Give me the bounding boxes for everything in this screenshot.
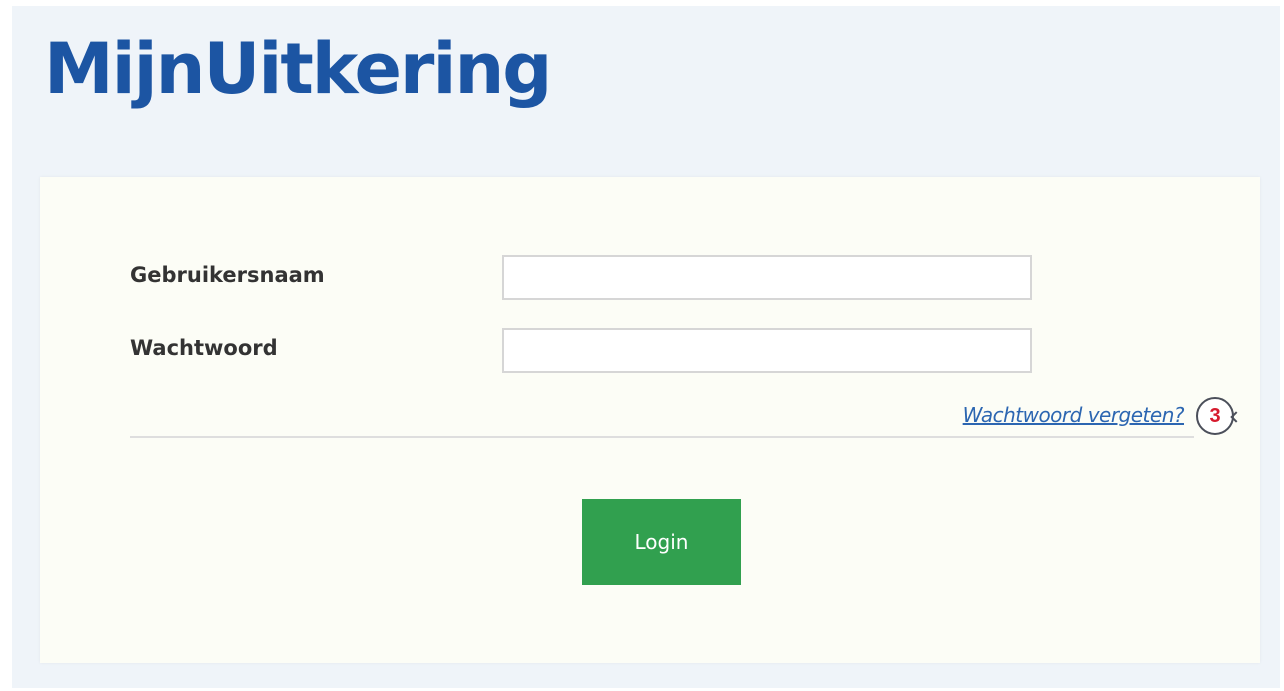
page-background: MijnUitkering Gebruikersnaam Wachtwoord … xyxy=(12,6,1280,688)
login-button[interactable]: Login xyxy=(582,499,741,585)
login-card: Gebruikersnaam Wachtwoord Wachtwoord ver… xyxy=(40,177,1260,663)
annotation-marker: 3 xyxy=(1196,397,1234,435)
forgot-password-link[interactable]: Wachtwoord vergeten? xyxy=(963,403,1185,427)
username-label: Gebruikersnaam xyxy=(130,263,325,287)
password-input[interactable] xyxy=(502,328,1032,373)
password-label: Wachtwoord xyxy=(130,336,278,360)
username-input[interactable] xyxy=(502,255,1032,300)
app-logo: MijnUitkering xyxy=(44,28,552,110)
form-divider xyxy=(130,436,1194,438)
